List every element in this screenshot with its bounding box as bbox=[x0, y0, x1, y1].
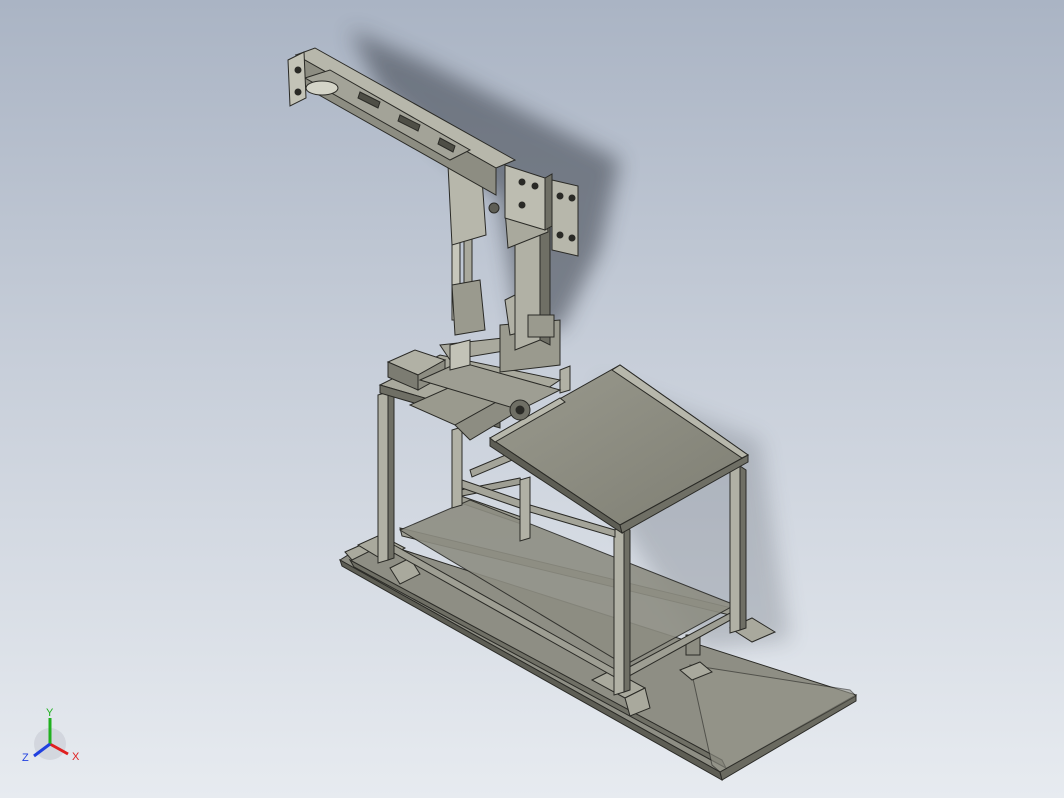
cad-viewport[interactable]: X Y Z bbox=[0, 0, 1064, 798]
x-axis-label: X bbox=[72, 751, 80, 763]
y-axis-label: Y bbox=[46, 707, 54, 719]
z-axis-label: Z bbox=[22, 752, 29, 764]
cad-model-view[interactable]: X Y Z bbox=[0, 0, 1064, 798]
view-triad[interactable]: X Y Z bbox=[22, 707, 80, 764]
